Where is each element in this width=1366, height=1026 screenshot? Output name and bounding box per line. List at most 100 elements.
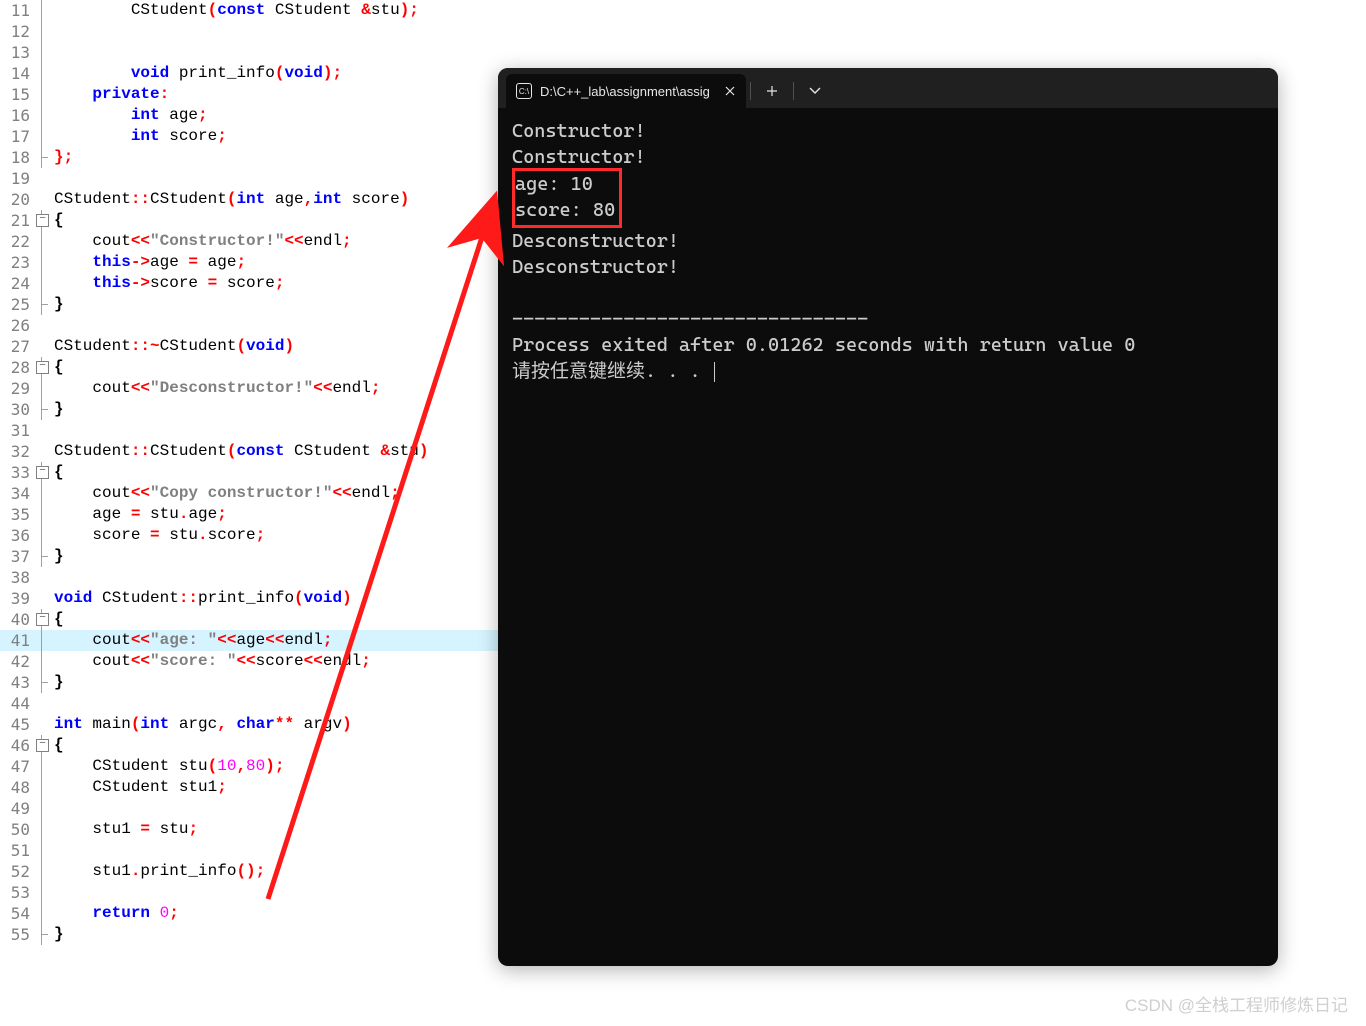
new-tab-button[interactable] — [755, 74, 789, 108]
code-content: { — [50, 609, 500, 630]
code-line[interactable]: 29 cout<<"Desconstructor!"<<endl; — [0, 378, 500, 399]
fold-gutter — [34, 840, 50, 861]
code-line[interactable]: 50 stu1 = stu; — [0, 819, 500, 840]
line-number: 28 — [0, 357, 34, 378]
fold-gutter — [34, 63, 50, 84]
code-line[interactable]: 46{ — [0, 735, 500, 756]
terminal-tab[interactable]: C:\ D:\C++_lab\assignment\assig — [506, 74, 746, 108]
code-line[interactable]: 23 this->age = age; — [0, 252, 500, 273]
code-line[interactable]: 41 cout<<"age: "<<age<<endl; — [0, 630, 500, 651]
code-line[interactable]: 20CStudent::CStudent(int age,int score) — [0, 189, 500, 210]
code-line[interactable]: 45int main(int argc, char** argv) — [0, 714, 500, 735]
code-content — [50, 567, 500, 588]
fold-gutter — [34, 819, 50, 840]
code-line[interactable]: 16 int age; — [0, 105, 500, 126]
code-content — [50, 168, 500, 189]
fold-toggle-icon[interactable] — [34, 462, 50, 483]
code-line[interactable]: 51 — [0, 840, 500, 861]
code-line[interactable]: 13 — [0, 42, 500, 63]
fold-toggle-icon[interactable] — [34, 210, 50, 231]
code-line[interactable]: 54 return 0; — [0, 903, 500, 924]
code-content: cout<<"age: "<<age<<endl; — [50, 630, 500, 651]
code-line[interactable]: 27CStudent::~CStudent(void) — [0, 336, 500, 357]
dropdown-button[interactable] — [798, 74, 832, 108]
line-number: 42 — [0, 651, 34, 672]
code-content — [50, 42, 500, 63]
code-content: { — [50, 735, 500, 756]
code-line[interactable]: 17 int score; — [0, 126, 500, 147]
code-line[interactable]: 38 — [0, 567, 500, 588]
fold-gutter — [34, 588, 50, 609]
code-line[interactable]: 26 — [0, 315, 500, 336]
code-line[interactable]: 25} — [0, 294, 500, 315]
fold-gutter — [34, 630, 50, 651]
code-line[interactable]: 40{ — [0, 609, 500, 630]
code-line[interactable]: 24 this->score = score; — [0, 273, 500, 294]
code-line[interactable]: 22 cout<<"Constructor!"<<endl; — [0, 231, 500, 252]
line-number: 53 — [0, 882, 34, 903]
code-line[interactable]: 28{ — [0, 357, 500, 378]
code-content — [50, 21, 500, 42]
code-line[interactable]: 30} — [0, 399, 500, 420]
code-line[interactable]: 21{ — [0, 210, 500, 231]
code-line[interactable]: 36 score = stu.score; — [0, 525, 500, 546]
code-line[interactable]: 37} — [0, 546, 500, 567]
code-line[interactable]: 52 stu1.print_info(); — [0, 861, 500, 882]
line-number: 55 — [0, 924, 34, 945]
line-number: 25 — [0, 294, 34, 315]
fold-toggle-icon[interactable] — [34, 357, 50, 378]
line-number: 31 — [0, 420, 34, 441]
code-content: void CStudent::print_info(void) — [50, 588, 500, 609]
code-line[interactable]: 14 void print_info(void); — [0, 63, 500, 84]
code-line[interactable]: 47 CStudent stu(10,80); — [0, 756, 500, 777]
line-number: 32 — [0, 441, 34, 462]
code-line[interactable]: 32CStudent::CStudent(const CStudent &stu… — [0, 441, 500, 462]
code-line[interactable]: 35 age = stu.age; — [0, 504, 500, 525]
separator — [793, 82, 794, 100]
code-line[interactable]: 39 void CStudent::print_info(void) — [0, 588, 500, 609]
code-editor[interactable]: 11 CStudent(const CStudent &stu);121314 … — [0, 0, 500, 1026]
fold-gutter — [34, 756, 50, 777]
code-content: CStudent::~CStudent(void) — [50, 336, 500, 357]
line-number: 11 — [0, 0, 34, 21]
code-line[interactable]: 31 — [0, 420, 500, 441]
terminal-output[interactable]: Constructor! Constructor! age: 10 score:… — [498, 108, 1278, 394]
code-line[interactable]: 42 cout<<"score: "<<score<<endl; — [0, 651, 500, 672]
fold-toggle-icon[interactable] — [34, 609, 50, 630]
fold-gutter — [34, 903, 50, 924]
code-line[interactable]: 53 — [0, 882, 500, 903]
code-line[interactable]: 18}; — [0, 147, 500, 168]
code-line[interactable]: 49 — [0, 798, 500, 819]
code-line[interactable]: 33{ — [0, 462, 500, 483]
fold-gutter — [34, 861, 50, 882]
fold-gutter — [34, 147, 50, 168]
code-line[interactable]: 48 CStudent stu1; — [0, 777, 500, 798]
fold-gutter — [34, 189, 50, 210]
line-number: 39 — [0, 588, 34, 609]
code-line[interactable]: 12 — [0, 21, 500, 42]
fold-gutter — [34, 315, 50, 336]
separator — [750, 82, 751, 100]
line-number: 21 — [0, 210, 34, 231]
code-line[interactable]: 19 — [0, 168, 500, 189]
line-number: 35 — [0, 504, 34, 525]
code-line[interactable]: 34 cout<<"Copy constructor!"<<endl; — [0, 483, 500, 504]
line-number: 41 — [0, 630, 34, 651]
code-line[interactable]: 55} — [0, 924, 500, 945]
cursor-icon — [714, 362, 715, 382]
code-line[interactable]: 15 private: — [0, 84, 500, 105]
code-line[interactable]: 43} — [0, 672, 500, 693]
terminal-tab-title: D:\C++_lab\assignment\assig — [540, 84, 710, 99]
code-content — [50, 840, 500, 861]
tab-close-button[interactable] — [718, 79, 742, 103]
line-number: 30 — [0, 399, 34, 420]
fold-toggle-icon[interactable] — [34, 735, 50, 756]
code-content: }; — [50, 147, 500, 168]
code-content: CStudent stu(10,80); — [50, 756, 500, 777]
code-content — [50, 693, 500, 714]
code-content: cout<<"Constructor!"<<endl; — [50, 231, 500, 252]
code-line[interactable]: 44 — [0, 693, 500, 714]
code-line[interactable]: 11 CStudent(const CStudent &stu); — [0, 0, 500, 21]
line-number: 14 — [0, 63, 34, 84]
code-content: CStudent::CStudent(int age,int score) — [50, 189, 500, 210]
